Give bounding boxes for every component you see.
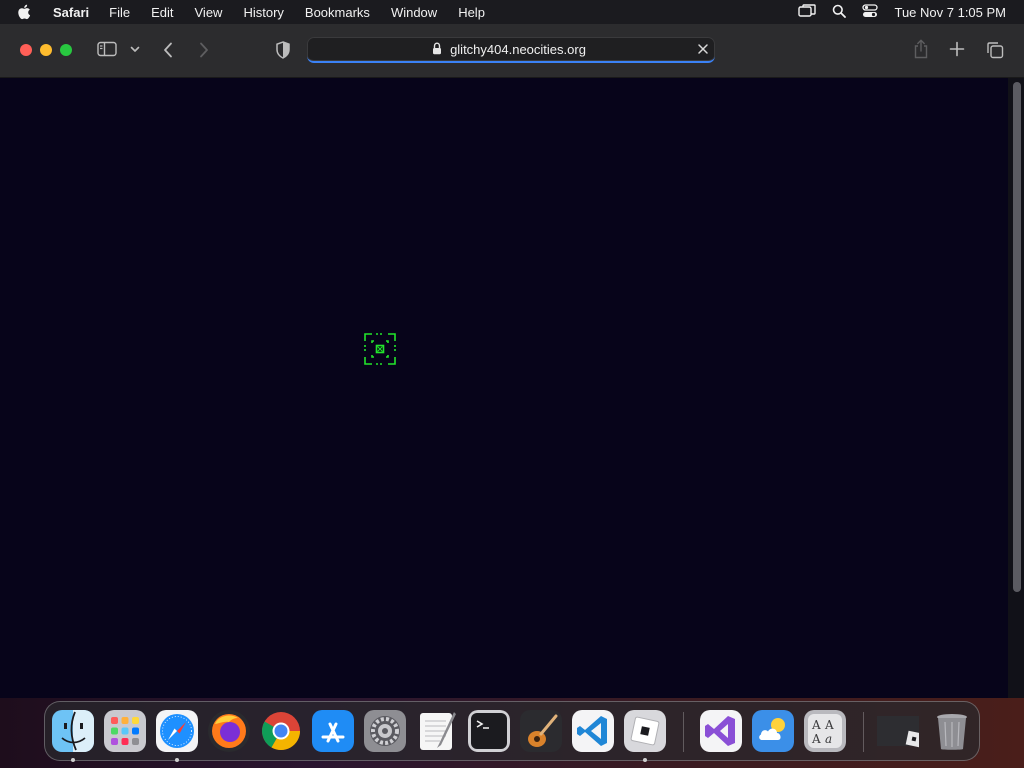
menu-history[interactable]: History xyxy=(243,5,283,20)
svg-text:A: A xyxy=(811,732,821,746)
fullscreen-window-button[interactable] xyxy=(60,44,72,56)
roblox-studio-icon[interactable] xyxy=(624,710,666,752)
roblox-studio-running-indicator xyxy=(643,758,647,762)
close-window-button[interactable] xyxy=(20,44,32,56)
menu-edit[interactable]: Edit xyxy=(151,5,173,20)
menu-bar: Safari File Edit View History Bookmarks … xyxy=(0,0,1024,24)
visual-studio-icon[interactable] xyxy=(700,710,742,752)
share-icon[interactable] xyxy=(913,39,929,59)
screen-mirroring-icon[interactable] xyxy=(798,3,817,21)
vscode-icon[interactable] xyxy=(572,710,614,752)
svg-text:A: A xyxy=(811,718,821,732)
menu-bookmarks[interactable]: Bookmarks xyxy=(305,5,370,20)
chrome-icon[interactable] xyxy=(260,710,302,752)
safari-running-indicator xyxy=(175,758,179,762)
menu-help[interactable]: Help xyxy=(458,5,485,20)
sidebar-icon[interactable] xyxy=(97,41,117,57)
svg-text:A: A xyxy=(824,718,834,732)
menu-file[interactable]: File xyxy=(109,5,130,20)
lock-icon xyxy=(432,42,442,60)
font-book-icon[interactable]: AAAa xyxy=(804,710,846,752)
tabs-icon[interactable] xyxy=(986,41,1004,59)
apple-logo-icon[interactable] xyxy=(17,4,37,20)
search-icon[interactable] xyxy=(832,4,847,21)
launchpad-icon[interactable] xyxy=(104,710,146,752)
system-settings-icon[interactable] xyxy=(364,710,406,752)
scrollbar-thumb[interactable] xyxy=(1013,82,1021,592)
chevron-right-icon[interactable] xyxy=(199,42,209,58)
menu-app-safari[interactable]: Safari xyxy=(53,5,89,20)
browser-toolbar: glitchy404.neocities.org xyxy=(0,24,1024,78)
shield-icon[interactable] xyxy=(275,41,291,59)
minimized-window-thumbnail[interactable] xyxy=(877,710,919,752)
chevron-left-icon[interactable] xyxy=(163,42,173,58)
finder-icon[interactable] xyxy=(52,710,94,752)
menu-window[interactable]: Window xyxy=(391,5,437,20)
svg-text:a: a xyxy=(825,732,832,746)
clear-url-icon[interactable] xyxy=(697,42,709,60)
glitch-crosshair-icon[interactable] xyxy=(363,332,397,366)
app-store-icon[interactable] xyxy=(312,710,354,752)
address-bar[interactable]: glitchy404.neocities.org xyxy=(307,37,715,63)
control-center-icon[interactable] xyxy=(862,3,879,21)
minimize-window-button[interactable] xyxy=(40,44,52,56)
dock-separator xyxy=(863,712,864,752)
web-page-content[interactable] xyxy=(0,78,1008,698)
safari-icon[interactable] xyxy=(156,710,198,752)
textedit-icon[interactable] xyxy=(416,710,458,752)
dock: AAAa xyxy=(44,701,980,762)
garageband-icon[interactable] xyxy=(520,710,562,752)
menu-view[interactable]: View xyxy=(195,5,223,20)
plus-icon[interactable] xyxy=(949,41,965,57)
finder-running-indicator xyxy=(71,758,75,762)
trash-icon[interactable] xyxy=(931,710,973,752)
menu-bar-clock[interactable]: Tue Nov 7 1:05 PM xyxy=(894,5,1006,20)
firefox-icon[interactable] xyxy=(208,710,250,752)
url-text: glitchy404.neocities.org xyxy=(450,41,586,57)
weather-icon[interactable] xyxy=(752,710,794,752)
chevron-down-icon[interactable] xyxy=(130,46,140,53)
dock-separator xyxy=(683,712,684,752)
terminal-icon[interactable] xyxy=(468,710,510,752)
